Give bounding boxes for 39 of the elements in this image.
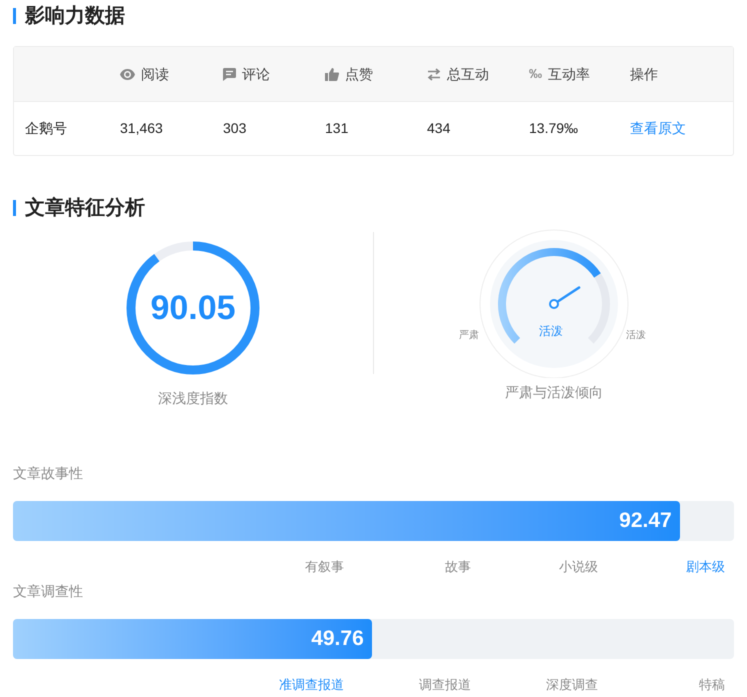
section-title: 文章特征分析 — [25, 196, 145, 221]
table-cell: 13.79‰ — [529, 120, 578, 136]
scale-label: 调查报道 — [418, 676, 471, 694]
metric-label: 文章故事性 — [13, 464, 84, 483]
column-header: 互动率 — [548, 64, 590, 84]
progress-value: 92.47 — [619, 508, 672, 534]
table-cell: 企鹅号 — [25, 120, 67, 136]
score-value: 90.05 — [150, 288, 236, 328]
ring-remainder — [154, 242, 194, 262]
table-cell: 131 — [325, 120, 348, 136]
chart-label: 深浅度指数 — [158, 389, 228, 408]
scale-label: 剧本级 — [685, 558, 725, 576]
metric-label: 文章调查性 — [13, 582, 84, 600]
table-cell: 303 — [223, 120, 246, 136]
section-title: 影响力数据 — [25, 4, 125, 29]
column-header: 操作 — [630, 64, 658, 84]
table-cell: 31,463 — [120, 120, 163, 136]
scale-label: 故事 — [444, 558, 471, 576]
view-original-link[interactable]: 查看原文 — [630, 120, 686, 136]
swap-arrows-icon — [427, 68, 441, 80]
column-header: 评论 — [242, 64, 270, 84]
chart-label: 严肃与活泼倾向 — [505, 383, 603, 402]
scale-label: 特稿 — [698, 676, 725, 694]
column-header: 总互动 — [447, 64, 489, 84]
gauge-max-label: 活泼 — [626, 329, 646, 343]
gauge-reading: 活泼 — [539, 323, 563, 340]
thumbs-up-icon — [325, 68, 339, 80]
gauge-min-label: 严肃 — [459, 328, 479, 343]
column-header: 点赞 — [345, 64, 373, 84]
table-cell: 434 — [427, 120, 450, 136]
scale-label: 有叙事 — [304, 558, 344, 576]
scale-label: 准调查报道 — [278, 676, 344, 694]
scale-label: 小说级 — [558, 558, 598, 576]
eye-icon — [120, 68, 135, 80]
permille-icon: ‰ — [529, 64, 542, 84]
comment-icon — [223, 68, 236, 80]
progress-value: 49.76 — [311, 626, 364, 652]
scale-label: 深度调查 — [545, 676, 598, 694]
column-header: 阅读 — [141, 64, 169, 84]
